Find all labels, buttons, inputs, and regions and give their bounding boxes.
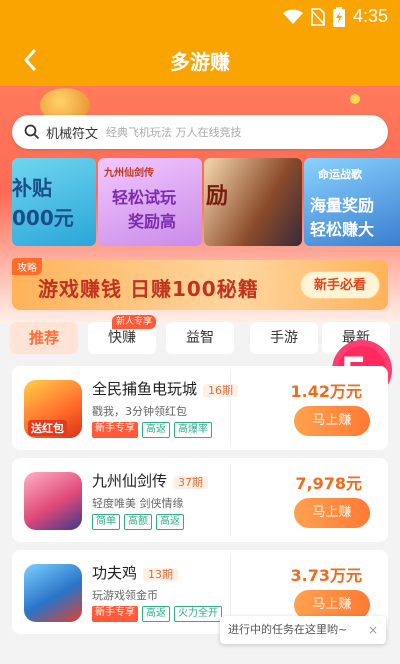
reward-amount: 7,978元 — [295, 474, 362, 493]
game-card[interactable]: 九州仙剑传 37期 轻度唯美 剑侠情缘 简单 高额 高返 7,978元 马上赚 — [12, 458, 388, 542]
tab-label: 快赚 — [108, 330, 136, 346]
banner-text: 励 — [206, 184, 229, 209]
new-user-badge: 新人专享 — [112, 315, 157, 329]
newbie-guide-button[interactable]: 新手必看 — [300, 271, 380, 299]
battery-charging-icon — [332, 6, 345, 27]
game-title: 功夫鸡 — [92, 564, 138, 582]
divider — [230, 372, 231, 444]
banner-item[interactable]: 九州仙剑传 轻松试玩 奖励高 — [98, 158, 202, 246]
status-bar: 4:35 — [0, 0, 400, 36]
game-description: 轻度唯美 剑侠情缘 — [92, 497, 184, 510]
reward-amount: 1.42万元 — [290, 382, 362, 401]
game-name: 九州仙剑传 37期 — [92, 470, 209, 491]
hero-section: 机械符文 经典飞机玩法 万人在线竞技 补贴 000元 九州仙剑传 轻松试玩 奖励… — [0, 86, 400, 324]
game-name: 功夫鸡 13期 — [92, 562, 179, 583]
close-icon[interactable]: × — [368, 616, 378, 644]
game-name: 全民捕鱼电玩城 16期 — [92, 378, 239, 399]
status-icons: 4:35 — [282, 6, 388, 27]
game-period: 16期 — [203, 384, 239, 397]
tag: 高返 — [142, 606, 170, 622]
game-description: 戳我，3分钟领红包 — [92, 405, 187, 418]
earn-now-button[interactable]: 马上赚 — [294, 498, 370, 528]
banner-item[interactable]: 励 — [204, 158, 302, 246]
game-icon-label: 送红包 — [28, 420, 67, 436]
banner-text: 000元 — [12, 206, 74, 230]
divider — [230, 464, 231, 536]
tag: 新手专享 — [92, 606, 138, 622]
game-tags: 新手专享 高返 高爆率 — [92, 422, 212, 438]
game-title: 全民捕鱼电玩城 — [92, 380, 198, 398]
banner-item[interactable]: 命运战歌 海量奖励 轻松赚大 — [304, 158, 400, 246]
promo-banner[interactable]: 攻略 游戏赚钱 日赚100秘籍 新手必看 — [12, 258, 388, 310]
banner-carousel[interactable]: 补贴 000元 九州仙剑传 轻松试玩 奖励高 励 命运战歌 海量奖励 轻松赚大 — [0, 158, 400, 246]
tag: 高爆率 — [174, 422, 212, 438]
tag: 高返 — [142, 422, 170, 438]
search-bar[interactable]: 机械符文 经典飞机玩法 万人在线竞技 — [12, 115, 388, 149]
tag: 高返 — [156, 514, 184, 530]
game-tags: 新手专享 高返 火力全开 — [92, 606, 222, 622]
banner-text: 轻松赚大 — [310, 220, 375, 239]
tab-recommend[interactable]: 推荐 — [10, 322, 78, 354]
banner-text: 海量奖励 — [310, 196, 375, 215]
tab-puzzle[interactable]: 益智 — [166, 322, 234, 354]
tab-mobile-games[interactable]: 手游 — [250, 322, 318, 354]
wifi-icon — [282, 9, 303, 24]
search-placeholder: 经典飞机玩法 万人在线竞技 — [106, 126, 242, 139]
game-icon: 送红包 — [24, 380, 82, 438]
earn-now-button[interactable]: 马上赚 — [294, 406, 370, 436]
no-sim-icon — [310, 7, 325, 26]
game-description: 玩游戏领金币 — [92, 589, 158, 602]
tag: 新手专享 — [92, 422, 138, 438]
search-icon — [24, 124, 40, 140]
reward-amount: 3.73万元 — [290, 566, 362, 585]
game-tags: 简单 高额 高返 — [92, 514, 184, 530]
status-time: 4:35 — [352, 6, 388, 26]
search-value: 机械符文 — [46, 126, 99, 142]
task-toast[interactable]: 进行中的任务在这里哟~ × — [220, 616, 386, 644]
tag: 高额 — [124, 514, 152, 530]
page-title: 多游赚 — [170, 50, 230, 74]
game-period: 37期 — [173, 476, 209, 489]
banner-text: 轻松试玩 — [112, 188, 177, 207]
coin-decoration — [350, 94, 360, 104]
banner-logo: 命运战歌 — [318, 168, 362, 181]
game-title: 九州仙剑传 — [92, 472, 168, 490]
tab-quick-earn[interactable]: 快赚 新人专享 — [88, 315, 157, 354]
banner-text: 奖励高 — [128, 212, 177, 231]
game-card[interactable]: 送红包 全民捕鱼电玩城 16期 戳我，3分钟领红包 新手专享 高返 高爆率 1.4… — [12, 366, 388, 450]
game-icon — [24, 564, 82, 622]
banner-text: 补贴 — [12, 176, 52, 200]
banner-item[interactable]: 补贴 000元 — [12, 158, 96, 246]
tag: 火力全开 — [174, 606, 222, 622]
app-header: 多游赚 — [0, 36, 400, 86]
toast-text: 进行中的任务在这里哟~ — [228, 623, 348, 636]
promo-title: 游戏赚钱 日赚100秘籍 — [38, 277, 259, 301]
banner-logo: 九州仙剑传 — [104, 168, 154, 179]
game-period: 13期 — [143, 568, 179, 581]
tag: 简单 — [92, 514, 120, 530]
game-icon — [24, 472, 82, 530]
